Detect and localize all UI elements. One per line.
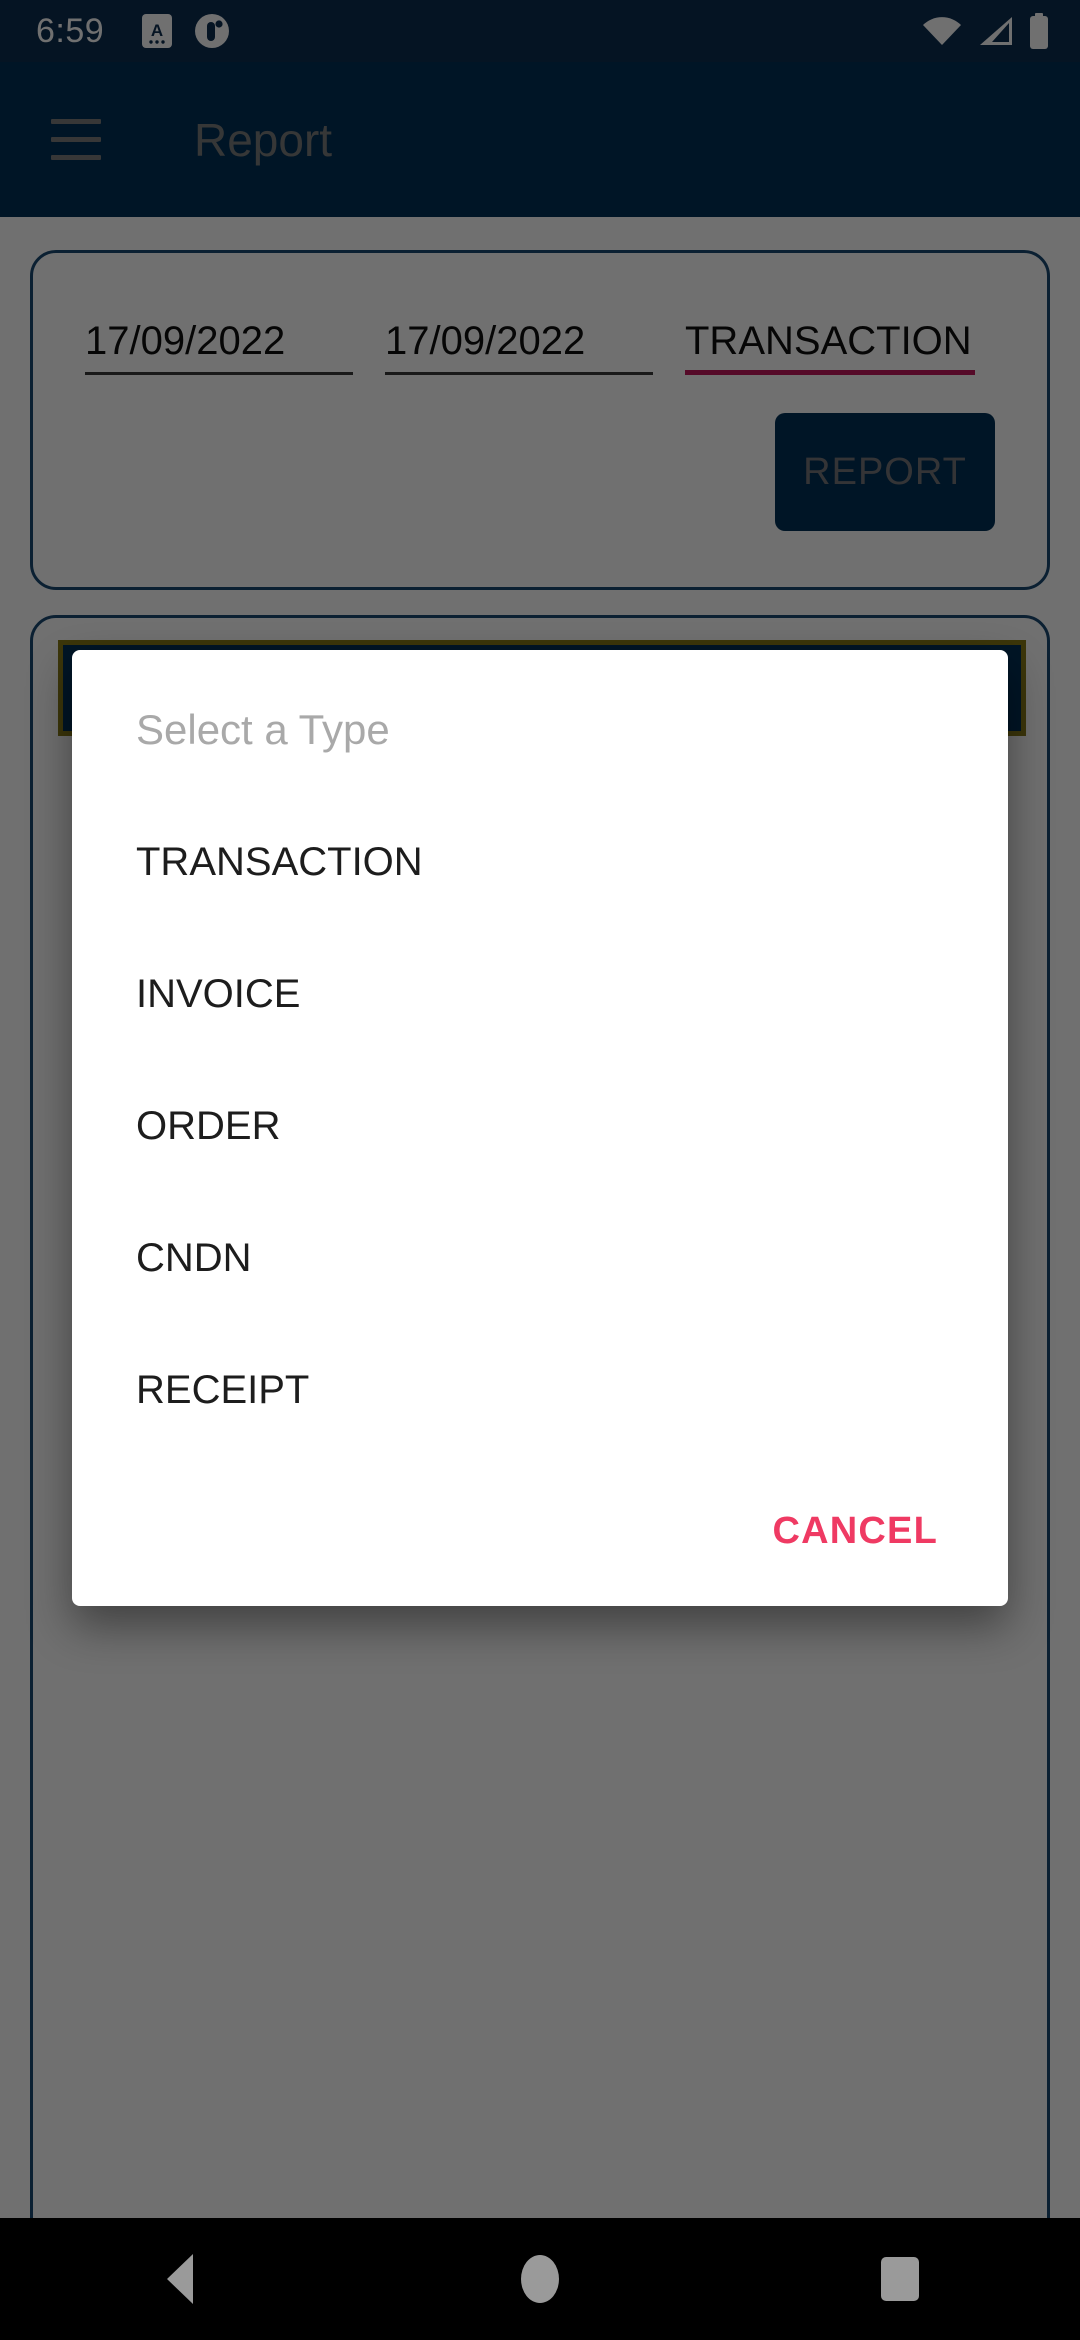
list-item[interactable]: ORDER xyxy=(72,1060,1008,1192)
back-triangle-icon xyxy=(167,2254,193,2304)
nav-back-button[interactable] xyxy=(100,2218,260,2340)
dialog-option-list: TRANSACTION INVOICE ORDER CNDN RECEIPT xyxy=(72,796,1008,1456)
list-item[interactable]: TRANSACTION xyxy=(72,796,1008,928)
recents-square-icon xyxy=(881,2257,919,2301)
home-circle-icon xyxy=(521,2255,559,2303)
nav-home-button[interactable] xyxy=(460,2218,620,2340)
dialog-actions: CANCEL xyxy=(72,1456,1008,1606)
nav-recents-button[interactable] xyxy=(820,2218,980,2340)
list-item[interactable]: INVOICE xyxy=(72,928,1008,1060)
list-item[interactable]: RECEIPT xyxy=(72,1324,1008,1456)
cancel-button[interactable]: CANCEL xyxy=(764,1498,946,1565)
android-navigation-bar xyxy=(0,2218,1080,2340)
dialog-title: Select a Type xyxy=(136,706,390,753)
list-item[interactable]: CNDN xyxy=(72,1192,1008,1324)
select-type-dialog: Select a Type TRANSACTION INVOICE ORDER … xyxy=(72,650,1008,1606)
phone-screen: 17/09/2022 17/09/2022 TRANSACTION REPORT xyxy=(0,0,1080,2340)
